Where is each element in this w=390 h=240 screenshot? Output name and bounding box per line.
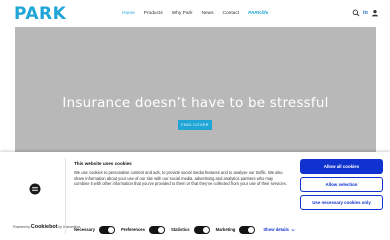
consent-toggles: Necessary Preferences Statistics Marketi… xyxy=(74,225,295,234)
chevron-down-icon xyxy=(291,228,295,231)
linkedin-icon[interactable]: in xyxy=(363,9,368,17)
hero-banner: Insurance doesn’t have to be stressful F… xyxy=(15,27,376,159)
cookie-description: We use cookies to personalise content an… xyxy=(74,170,287,187)
header-icons: in xyxy=(352,9,379,17)
nav-home[interactable]: Home xyxy=(122,11,135,17)
nav-parklife[interactable]: PARKlife xyxy=(248,11,268,17)
nav-contact[interactable]: Contact xyxy=(223,11,240,17)
toggle-statistics[interactable] xyxy=(193,225,210,234)
cookie-icon xyxy=(29,183,41,195)
user-icon[interactable] xyxy=(371,9,379,17)
nav-products[interactable]: Products xyxy=(144,11,163,17)
toggle-statistics-label: Statistics xyxy=(170,227,190,232)
search-icon[interactable] xyxy=(352,9,360,17)
show-details-link[interactable]: Show details xyxy=(263,227,295,232)
find-cover-button[interactable]: FIND COVER xyxy=(178,120,212,130)
hero-title: Insurance doesn’t have to be stressful xyxy=(62,95,329,111)
show-details-label: Show details xyxy=(263,227,289,232)
park-logo[interactable]: PARK xyxy=(14,4,66,24)
use-necessary-cookies-button[interactable]: Use necessary cookies only xyxy=(300,195,383,210)
toggle-marketing[interactable] xyxy=(239,225,256,234)
divider xyxy=(65,158,66,234)
toggle-necessary-label: Necessary xyxy=(74,227,95,232)
toggle-necessary[interactable] xyxy=(98,225,115,234)
nav-why-park[interactable]: Why Park xyxy=(172,11,193,17)
toggle-marketing-label: Marketing xyxy=(215,227,236,232)
cookie-title: This website uses cookies xyxy=(74,161,132,166)
site-header: PARK Home Products Why Park News Contact… xyxy=(0,0,390,26)
allow-all-cookies-button[interactable]: Allow all cookies xyxy=(300,159,383,174)
toggle-preferences-label: Preferences xyxy=(120,227,145,232)
cookiebot-brand: Cookiebot xyxy=(30,224,58,230)
powered-by-label: Powered by xyxy=(13,225,30,229)
powered-by-cookiebot[interactable]: Powered by Cookiebot by Usercentrics xyxy=(13,224,80,230)
nav-news[interactable]: News xyxy=(202,11,214,17)
toggle-preferences[interactable] xyxy=(148,225,165,234)
main-nav: Home Products Why Park News Contact PARK… xyxy=(122,11,277,17)
allow-selection-button[interactable]: Allow selection xyxy=(300,177,383,192)
